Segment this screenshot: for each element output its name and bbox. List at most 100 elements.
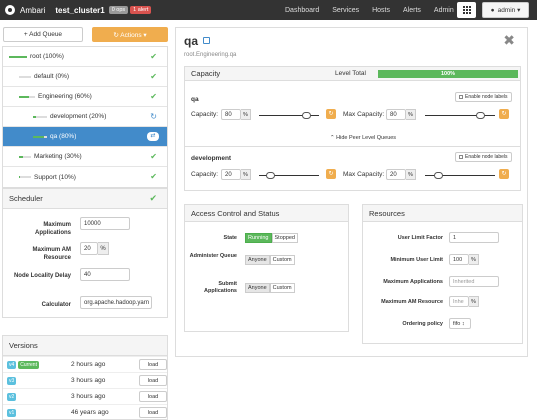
cluster-name[interactable]: test_cluster1 <box>55 6 104 15</box>
slider-thumb[interactable] <box>434 172 443 179</box>
max-am-label: Maximum AM Resource <box>32 247 71 261</box>
load-button[interactable]: load <box>139 375 167 386</box>
queue-row-support[interactable]: Support (10%) ✔ <box>3 167 167 187</box>
max-capacity-slider[interactable] <box>425 112 495 119</box>
capacity-slider[interactable] <box>259 172 319 179</box>
max-capacity-input[interactable]: 80 <box>386 109 406 120</box>
acl-anyone-option[interactable]: Anyone <box>245 255 270 265</box>
brand-name[interactable]: Ambari <box>20 6 45 15</box>
check-icon: ✔ <box>149 193 157 203</box>
user-limit-factor-label: User Limit Factor <box>397 235 443 241</box>
undo-icon[interactable]: ↻ <box>326 169 336 179</box>
undo-icon[interactable]: ↻ <box>499 109 509 119</box>
actions-button[interactable]: ↻ Actions ▾ <box>92 27 168 42</box>
nav-hosts[interactable]: Hosts <box>372 7 390 14</box>
close-icon[interactable]: ✖ <box>503 32 515 49</box>
queue-row-default[interactable]: default (0%) ✔ <box>3 67 167 87</box>
calculator-value: org.apache.hadoop.yarn <box>84 299 150 306</box>
locality-input[interactable]: 40 <box>80 268 130 281</box>
check-icon: ✔ <box>150 152 157 161</box>
version-tag: v1 <box>7 408 17 417</box>
state-label: State <box>223 235 237 241</box>
acl-custom-option[interactable]: Custom <box>269 255 295 265</box>
min-user-limit-input[interactable]: 100 <box>449 254 469 265</box>
nav-dashboard[interactable]: Dashboard <box>285 7 319 14</box>
slider-thumb[interactable] <box>302 112 311 119</box>
capacity-slider[interactable] <box>259 112 319 119</box>
acl-anyone-option[interactable]: Anyone <box>245 283 270 293</box>
locality-label: Node Locality Delay <box>13 273 71 279</box>
state-running-option[interactable]: Running <box>245 233 272 243</box>
max-capacity-slider[interactable] <box>425 172 495 179</box>
queue-row-marketing[interactable]: Marketing (30%) ✔ <box>3 147 167 167</box>
load-button[interactable]: load <box>139 391 167 402</box>
version-tag: v4 <box>7 360 17 369</box>
queue-title: qa <box>184 34 199 48</box>
queue-tree: root (100%) ✔ default (0%) ✔ Engineering… <box>2 46 168 188</box>
load-button[interactable]: load <box>139 359 167 370</box>
locality-value: 40 <box>84 271 91 278</box>
state-toggle: Running Stopped <box>245 233 298 243</box>
calculator-input[interactable]: org.apache.hadoop.yarn <box>80 296 152 309</box>
version-time: 3 hours ago <box>71 393 106 400</box>
queue-label: root (100%) <box>30 53 64 60</box>
checkbox-icon <box>459 154 463 159</box>
res-max-apps-input[interactable]: Inherited <box>449 276 499 287</box>
ops-badge[interactable]: 0 ops <box>108 6 129 14</box>
slider-thumb[interactable] <box>266 172 275 179</box>
queue-row-engineering[interactable]: Engineering (60%) ✔ <box>3 87 167 107</box>
views-grid-button[interactable] <box>457 2 476 18</box>
ordering-policy-select[interactable]: fifo ↕ <box>449 318 471 329</box>
max-capacity-input[interactable]: 20 <box>386 169 406 180</box>
max-am-input[interactable]: 20 <box>80 242 98 255</box>
slider-thumb[interactable] <box>476 112 485 119</box>
percent-addon: % <box>469 254 479 265</box>
access-control-title: Access Control and Status <box>185 205 348 222</box>
user-menu-button[interactable]: ● admin ▾ <box>482 2 529 18</box>
scheduler-panel: Scheduler ✔ Maximum Applications 10000 M… <box>2 188 168 318</box>
capacity-input[interactable]: 80 <box>221 109 241 120</box>
min-user-limit-label: Minimum User Limit <box>390 257 443 263</box>
queue-label: Engineering (60%) <box>38 93 92 100</box>
queue-row-qa[interactable]: qa (80%) ⇄ <box>3 127 167 147</box>
load-button[interactable]: load <box>139 407 167 418</box>
current-badge: Current <box>18 360 39 369</box>
edit-icon[interactable] <box>203 37 210 44</box>
queue-label: default (0%) <box>34 73 70 80</box>
enable-node-labels-toggle[interactable]: Enable node labels <box>455 92 512 102</box>
ordering-policy-label: Ordering policy <box>402 321 443 327</box>
res-max-am-input[interactable]: Inhe <box>449 296 469 307</box>
level-total-bar: 100% <box>378 70 518 78</box>
queue-row-development[interactable]: development (20%) ↻ <box>3 107 167 127</box>
undo-icon[interactable]: ↻ <box>499 169 509 179</box>
nav-links: Dashboard Services Hosts Alerts Admin <box>285 0 467 20</box>
enable-node-labels-toggle[interactable]: Enable node labels <box>455 152 512 162</box>
queue-path: root.Engineering.qa <box>184 52 237 58</box>
user-limit-factor-input[interactable]: 1 <box>449 232 499 243</box>
acl-custom-option[interactable]: Custom <box>269 283 295 293</box>
queue-capacity-bar <box>19 176 31 178</box>
hide-peer-queues-link[interactable]: ⌃ Hide Peer Level Queues <box>330 135 396 141</box>
version-time: 3 hours ago <box>71 377 106 384</box>
versions-panel: Versions v4 Current 2 hours ago load v3 … <box>2 335 168 420</box>
nav-admin[interactable]: Admin <box>434 7 454 14</box>
capacity-input[interactable]: 20 <box>221 169 241 180</box>
nav-alerts[interactable]: Alerts <box>403 7 421 14</box>
queue-capacity-bar <box>19 95 35 98</box>
peer-queue-name: development <box>191 155 232 162</box>
undo-icon[interactable]: ↻ <box>326 109 336 119</box>
max-apps-input[interactable]: 10000 <box>80 217 130 230</box>
percent-addon: % <box>241 169 251 180</box>
queue-capacity-bar <box>19 155 31 158</box>
nav-services[interactable]: Services <box>332 7 359 14</box>
alert-badge[interactable]: 1 alert <box>130 6 152 14</box>
max-apps-label: Maximum Applications <box>34 222 71 236</box>
queue-detail: qa ✖ root.Engineering.qa Capacity Level … <box>175 27 528 357</box>
divider <box>185 146 520 147</box>
checkbox-icon <box>459 94 463 99</box>
queue-row-root[interactable]: root (100%) ✔ <box>3 47 167 67</box>
add-queue-button[interactable]: + Add Queue <box>3 27 83 42</box>
scheduler-title: Scheduler <box>3 189 167 209</box>
queue-capacity-bar <box>33 115 47 118</box>
state-stopped-option[interactable]: Stopped <box>271 233 298 243</box>
